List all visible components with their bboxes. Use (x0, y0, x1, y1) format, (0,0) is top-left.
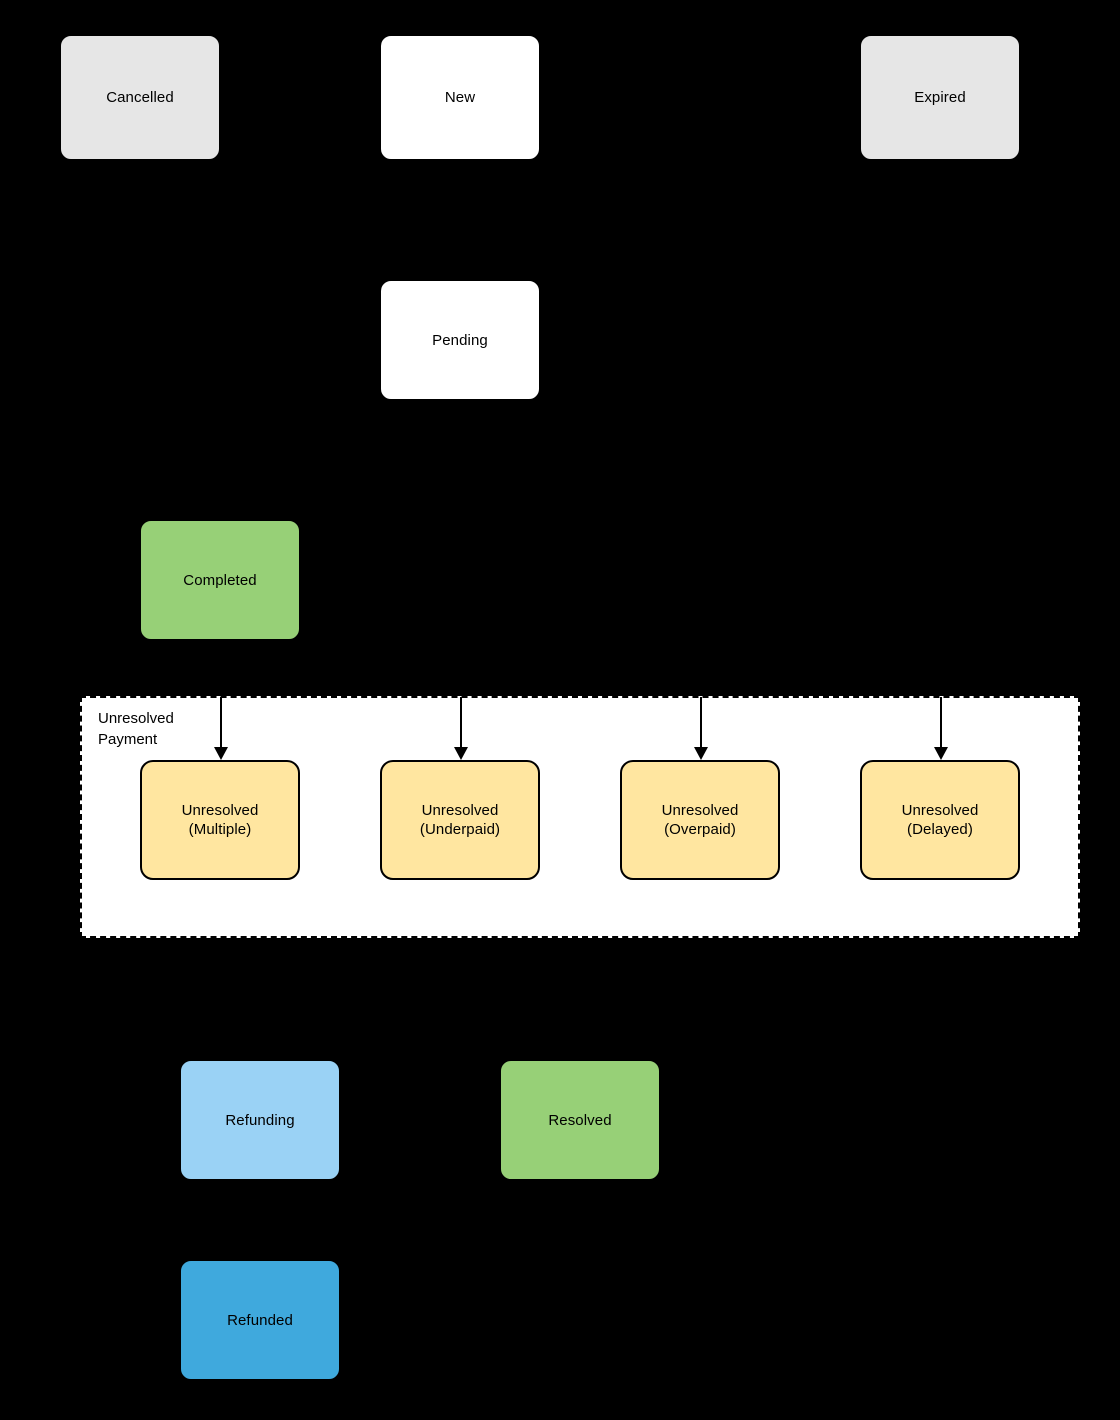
state-node-pending[interactable]: Pending (380, 280, 540, 400)
state-node-cancelled[interactable]: Cancelled (60, 35, 220, 160)
diagram-canvas: Cancelled New Expired Pending Completed … (0, 0, 1120, 1420)
unresolved-payment-group-label: Unresolved Payment (98, 710, 174, 748)
state-node-unresolved-underpaid[interactable]: Unresolved (Underpaid) (380, 760, 540, 880)
state-node-resolved[interactable]: Resolved (500, 1060, 660, 1180)
state-node-unresolved-overpaid[interactable]: Unresolved (Overpaid) (620, 760, 780, 880)
state-node-refunded[interactable]: Refunded (180, 1260, 340, 1380)
state-node-completed[interactable]: Completed (140, 520, 300, 640)
state-node-unresolved-multiple[interactable]: Unresolved (Multiple) (140, 760, 300, 880)
state-node-expired[interactable]: Expired (860, 35, 1020, 160)
state-node-unresolved-delayed[interactable]: Unresolved (Delayed) (860, 760, 1020, 880)
state-node-new[interactable]: New (380, 35, 540, 160)
state-node-refunding[interactable]: Refunding (180, 1060, 340, 1180)
